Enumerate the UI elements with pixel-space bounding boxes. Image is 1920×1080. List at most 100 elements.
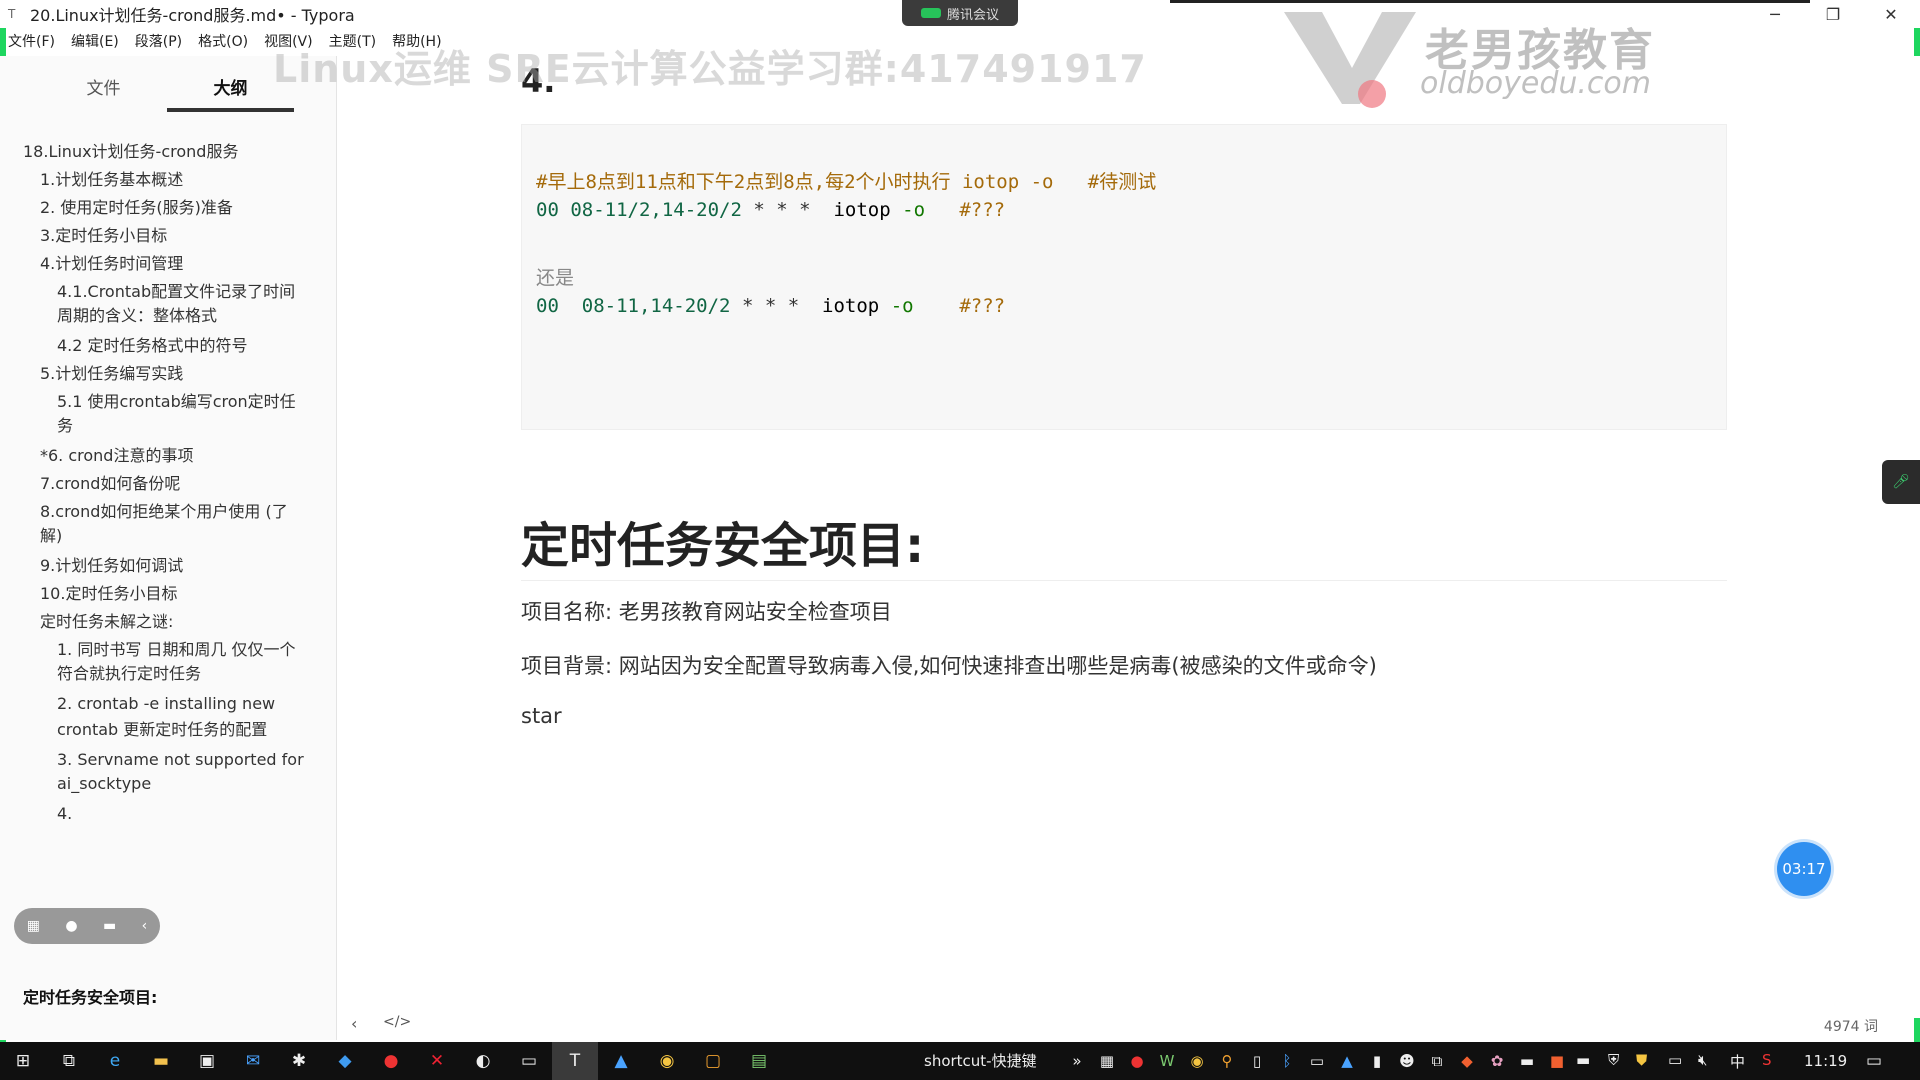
menu-paragraph[interactable]: 段落(P): [127, 30, 190, 54]
menu-format[interactable]: 格式(O): [190, 30, 256, 54]
edge-browser-icon[interactable]: e: [92, 1042, 138, 1080]
tray-window-icon[interactable]: ⧉: [1422, 1052, 1452, 1070]
window-title: 20.Linux计划任务-crond服务.md• - Typora: [30, 6, 355, 25]
editor-footer: ‹ </> 4974 词: [337, 1010, 1920, 1040]
outline-item-current[interactable]: 定时任务安全项目:: [23, 984, 157, 1008]
file-explorer-icon[interactable]: ▬: [138, 1042, 184, 1080]
taskbar-clock[interactable]: 11:19: [1804, 1052, 1847, 1070]
outline-item-cont[interactable]: 周期的含义：整体格式: [57, 304, 317, 328]
recording-timer[interactable]: 03:17: [1777, 842, 1831, 896]
typora-icon: T: [8, 7, 16, 21]
message-icon[interactable]: ▬: [103, 918, 116, 934]
tray-usb-icon[interactable]: ▭: [1302, 1052, 1332, 1070]
xmind-icon[interactable]: ✕: [414, 1042, 460, 1080]
vscode-icon[interactable]: ◆: [322, 1042, 368, 1080]
menu-file[interactable]: 文件(F): [0, 30, 63, 54]
outline-item[interactable]: 9.计划任务如何调试: [40, 554, 320, 578]
tray-user-icon[interactable]: ☻: [1392, 1052, 1422, 1070]
outline-item[interactable]: 8.crond如何拒绝某个用户使用 (了: [40, 500, 320, 524]
task-view-icon[interactable]: ⧉: [46, 1042, 92, 1080]
chrome-icon[interactable]: ◉: [644, 1042, 690, 1080]
tray-network-icon[interactable]: ▭: [1668, 1051, 1682, 1069]
tray-flower-icon[interactable]: ✿: [1482, 1052, 1512, 1070]
outline-item-cont[interactable]: crontab 更新定时任务的配置: [57, 718, 317, 742]
tray-meeting-icon[interactable]: ▲: [1332, 1052, 1362, 1070]
outline-item[interactable]: 1. 同时书写 日期和周几 仅仅一个: [57, 638, 317, 662]
collapse-icon[interactable]: ‹: [142, 918, 148, 934]
outline-item[interactable]: 2. crontab -e installing new: [57, 692, 317, 716]
outline-item[interactable]: 4.2 定时任务格式中的符号: [57, 334, 317, 358]
puzzle-app-icon[interactable]: ✱: [276, 1042, 322, 1080]
tray-wps-icon[interactable]: W: [1152, 1052, 1182, 1070]
editor-area[interactable]: 4. #早上8点到11点和下午2点到8点,每2个小时执行 iotop -o #待…: [337, 56, 1920, 1018]
screenshot-app-icon[interactable]: ▢: [690, 1042, 736, 1080]
tray-chevron-icon[interactable]: »: [1062, 1052, 1092, 1070]
typing-line[interactable]: star: [521, 704, 562, 728]
taskbar: ⊞ ⧉ e ▬ ▣ ✉ ✱ ◆ ● ✕ ◐ ▭ T ▲ ◉ ▢ ▤ shortc…: [0, 1042, 1920, 1080]
close-icon[interactable]: ✕: [1862, 0, 1920, 28]
terminal-icon[interactable]: ▭: [506, 1042, 552, 1080]
outline-item-cont[interactable]: ai_socktype: [57, 772, 317, 796]
inkscape-icon[interactable]: ◐: [460, 1042, 506, 1080]
shortcut-toolbar-label[interactable]: shortcut-快捷键: [924, 1050, 1037, 1071]
outline-item[interactable]: 3. Servname not supported for: [57, 748, 317, 772]
code-block[interactable]: #早上8点到11点和下午2点到8点,每2个小时执行 iotop -o #待测试 …: [521, 124, 1727, 430]
meeting-indicator[interactable]: 腾讯会议: [902, 0, 1018, 26]
restore-icon[interactable]: ❐: [1804, 0, 1862, 28]
chat-icon[interactable]: ●: [65, 918, 77, 934]
grid-icon[interactable]: ▦: [27, 918, 40, 934]
outline-item[interactable]: *6. crond注意的事项: [40, 444, 320, 468]
tray-security-icon[interactable]: ⛊: [1636, 1051, 1647, 1069]
outline-item[interactable]: 2. 使用定时任务(服务)准备: [40, 196, 320, 220]
tray-battery-icon[interactable]: ▬: [1512, 1052, 1542, 1070]
outline-item-cont[interactable]: 符合就执行定时任务: [57, 662, 317, 686]
outline-item[interactable]: 3.定时任务小目标: [40, 224, 320, 248]
outline-item[interactable]: 4.计划任务时间管理: [40, 252, 320, 276]
tray-mic-icon[interactable]: ▮: [1362, 1052, 1392, 1070]
window-controls: ─ ❐ ✕: [1746, 0, 1920, 28]
word-count[interactable]: 4974 词: [1824, 1016, 1878, 1036]
mail-icon[interactable]: ✉: [230, 1042, 276, 1080]
tray-red-app-icon[interactable]: ◆: [1452, 1052, 1482, 1070]
outline-item[interactable]: 1.计划任务基本概述: [40, 168, 320, 192]
notepad-icon[interactable]: ▤: [736, 1042, 782, 1080]
tray-folder-icon[interactable]: ▬: [1576, 1051, 1590, 1069]
outline-item[interactable]: 5.计划任务编写实践: [40, 362, 320, 386]
store-icon[interactable]: ▣: [184, 1042, 230, 1080]
meeting-status-icon: [920, 8, 941, 18]
project-background: 项目背景: 网站因为安全配置导致病毒入侵,如何快速排查出哪些是病毒(被感染的文件…: [521, 654, 1377, 678]
typora-taskbar-icon[interactable]: T: [552, 1042, 598, 1080]
menu-edit[interactable]: 编辑(E): [63, 30, 127, 54]
windows-start-icon[interactable]: ⊞: [0, 1042, 46, 1080]
notification-icon[interactable]: ▭: [1866, 1051, 1882, 1071]
tray-volume-icon[interactable]: 🔇︎: [1698, 1051, 1707, 1069]
tray-sogou-icon[interactable]: S: [1762, 1051, 1772, 1069]
outline-item[interactable]: 定时任务未解之谜:: [40, 610, 320, 634]
source-code-mode-icon[interactable]: </>: [383, 1014, 411, 1030]
outline-item[interactable]: 18.Linux计划任务-crond服务: [23, 140, 323, 164]
outline-item[interactable]: 4.1.Crontab配置文件记录了时间: [57, 280, 317, 304]
tray-ime-icon[interactable]: ■: [1542, 1052, 1572, 1070]
tray-shield-icon[interactable]: ⛨: [1608, 1051, 1619, 1069]
toggle-sidebar-icon[interactable]: ‹: [351, 1014, 357, 1033]
meeting-taskbar-icon[interactable]: ▲: [598, 1042, 644, 1080]
tray-chrome-icon[interactable]: ◉: [1182, 1052, 1212, 1070]
tray-bluetooth-icon[interactable]: ᛒ: [1272, 1052, 1302, 1070]
outline-item[interactable]: 7.crond如何备份呢: [40, 472, 320, 496]
outline-item[interactable]: 5.1 使用crontab编写cron定时任: [57, 390, 317, 414]
microphone-icon[interactable]: 🎤︎: [1882, 460, 1920, 504]
outline-item[interactable]: 10.定时任务小目标: [40, 582, 320, 606]
outline-item[interactable]: 4.: [57, 802, 317, 826]
code-line-4: 00 08-11,14-20/2 * * * iotop -o #???: [536, 295, 1006, 317]
tray-search-icon[interactable]: ⚲: [1212, 1052, 1242, 1070]
outline-item-cont[interactable]: 解): [40, 524, 320, 548]
outline-item-cont[interactable]: 务: [57, 414, 317, 438]
tray-app-icon[interactable]: ▦: [1092, 1052, 1122, 1070]
tray-record-icon[interactable]: ●: [1122, 1052, 1152, 1070]
minimize-icon[interactable]: ─: [1746, 0, 1804, 28]
tray-bottle-icon[interactable]: ▯: [1242, 1052, 1272, 1070]
meeting-label: 腾讯会议: [946, 7, 999, 23]
tab-files[interactable]: 文件: [40, 72, 167, 112]
tray-ime-indicator[interactable]: 中: [1730, 1051, 1745, 1072]
netease-music-icon[interactable]: ●: [368, 1042, 414, 1080]
